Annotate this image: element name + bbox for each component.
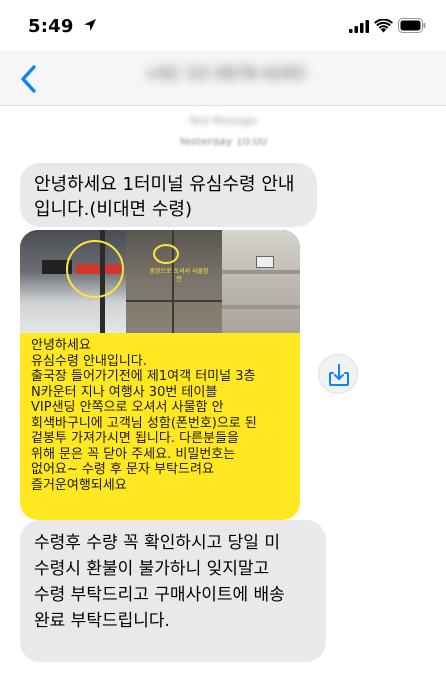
message-line: 안녕하세요 1터미널 유심수령 안내 [34,174,295,195]
cellular-signal-icon [349,20,369,33]
highlight-circle [153,244,179,264]
shelf [222,270,300,274]
image-text-line: 없어요~ 수령 후 문자 부탁드려요 [31,462,214,477]
message-bubble[interactable]: 수령후 수량 꼭 확인하시고 당일 미 수령시 환불이 불가하니 잊지말고 수령… [20,520,326,662]
battery-icon [398,18,426,33]
image-text-line: 출국장 들어가기전에 제1여객 터미널 3층 [31,369,256,384]
image-text-panel: 안녕하세요 유심수령 안내입니다. 출국장 들어가기전에 제1여객 터미널 3층… [20,333,300,520]
highlight-circle [66,240,124,298]
door-edge [126,300,222,302]
wifi-icon [374,19,393,33]
message-line: 수령 부탁드리고 구매사이트에 배송 [34,585,285,605]
message-timestamp: Yesterday 10:00 [178,138,268,148]
shelf [222,305,300,309]
image-text-line: VIP샌딩 안쪽으로 오셔서 사물함 안 [31,400,224,415]
image-text-line: 즐거운여행되세요 [31,477,127,493]
image-text-line: N카운터 지나 여행사 30번 테이블 [31,384,218,400]
location-arrow-icon [84,19,96,31]
message-bubble[interactable]: 안녕하세요 1터미널 유심수령 안내 입니다.(비대면 수령) [20,163,317,227]
basket [256,256,274,268]
image-text-line: 위해 문은 꼭 닫아 주세요. 비밀번호는 [31,446,236,462]
download-icon [329,364,349,386]
image-text-line: 겉봉투 가져가시면 됩니다. 다른분들을 [31,431,239,446]
message-line: 수령시 환불이 불가하니 잊지말고 [34,559,270,579]
photo-strip: 중앙으로 오셔서 사물함 안 [20,230,300,333]
image-text-line: 회색바구니에 고객님 성함(폰번호)으로 된 [31,415,257,431]
conversation-header: +82 10-3878-4265 [0,50,446,106]
status-time: 5:49 [28,16,74,37]
message-type-label: Text Message [189,116,257,127]
image-message[interactable]: 중앙으로 오셔서 사물함 안 안녕하세요 유심수령 안내입니다. 출국장 들어가… [20,230,300,520]
message-line: 완료 부탁드립니다. [34,611,170,631]
message-line: 수령후 수량 꼭 확인하시고 당일 미 [34,533,280,553]
image-text-line: 안녕하세요 [31,338,91,353]
photo-caption: 중앙으로 오셔서 사물함 안 [149,268,209,283]
status-bar: 5:49 [0,0,446,50]
message-line: 입니다.(비대면 수령) [34,199,192,220]
contact-name[interactable]: +82 10-3878-4265 [118,64,332,84]
photo-locker-inside [222,230,300,333]
save-image-button[interactable] [318,354,358,394]
image-text-line: 유심수령 안내입니다. [31,353,147,369]
back-chevron-icon[interactable] [14,62,44,96]
